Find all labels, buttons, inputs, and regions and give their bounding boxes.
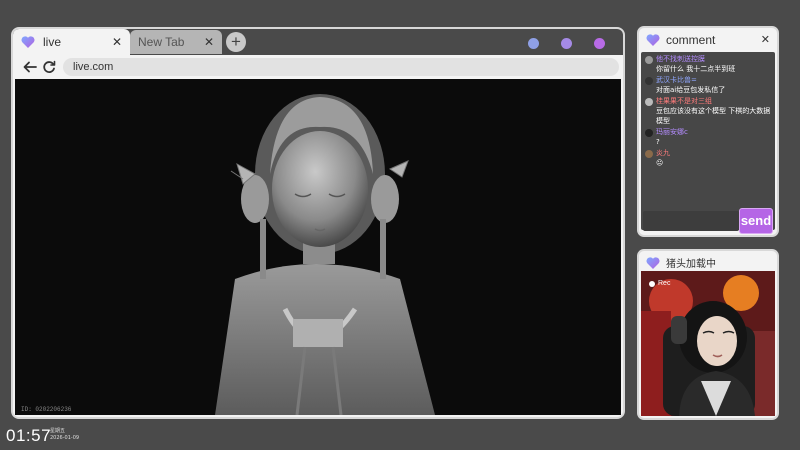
dot-purple	[594, 38, 605, 49]
chat-text: 😐	[656, 159, 664, 167]
chat-message: 桂果果不是对三组 豆包应该没有这个模型 下棋的大数据模型	[645, 96, 771, 126]
chat-username: 武汉卡比兽=	[656, 76, 697, 84]
heart-icon	[646, 256, 660, 269]
send-button[interactable]: send	[739, 208, 773, 234]
avatar	[645, 56, 653, 64]
url-bar[interactable]: live.com	[63, 58, 619, 76]
chat-username: 玛丽安娜c	[656, 128, 688, 136]
avatar	[645, 98, 653, 106]
chat-message: 玛丽安娜c ?	[645, 127, 771, 147]
chat-message: 炎九 😐	[645, 148, 771, 168]
chat-message: 武汉卡比兽= 对面ai给豆包发私信了	[645, 75, 771, 95]
chat-text: 对面ai给豆包发私信了	[656, 86, 726, 94]
heart-icon	[646, 33, 660, 46]
streamer-image	[641, 271, 775, 416]
close-icon[interactable]: ✕	[761, 33, 770, 46]
avatar	[645, 129, 653, 137]
clock-datestamp: 2026-01-09	[50, 435, 80, 441]
rec-indicator: Rec	[649, 280, 670, 287]
chat-username: 桂果果不是对三组	[656, 97, 712, 105]
chat-text: 你留什么 我十二点半到班	[656, 65, 736, 73]
plus-icon[interactable]: +	[226, 32, 246, 52]
chat-text: 豆包应该没有这个模型 下棋的大数据模型	[656, 107, 771, 125]
tab-new-tab[interactable]: New Tab ✕	[130, 30, 222, 54]
close-icon[interactable]: ✕	[112, 36, 122, 48]
back-arrow-icon[interactable]	[23, 60, 37, 74]
rec-dot-icon	[649, 280, 655, 287]
chat-text: ?	[656, 138, 660, 146]
avatar	[645, 77, 653, 85]
clock-date: 星期五 2026-01-09	[50, 428, 79, 442]
webcam-view: Rec	[641, 271, 775, 416]
clock-weekday: 星期五	[50, 428, 66, 434]
nav-bar: live.com	[13, 55, 623, 79]
rec-label: Rec	[658, 280, 671, 287]
close-icon[interactable]: ✕	[204, 36, 214, 48]
comment-panel-title: comment	[666, 32, 716, 47]
comment-panel-header: comment ✕	[639, 28, 777, 51]
chat-username: 他不找刺送控膜	[656, 55, 705, 63]
avatar	[645, 150, 653, 158]
chat-input[interactable]	[643, 211, 739, 231]
window-dots	[528, 38, 605, 49]
tab-bar: live ✕ New Tab ✕ +	[13, 29, 623, 55]
chat-username: 炎九	[656, 149, 670, 157]
browser-window: live ✕ New Tab ✕ + live.com ID: 02022062…	[11, 27, 625, 419]
webcam-panel: 猪头加载中 Rec	[637, 249, 779, 420]
webcam-panel-title: 猪头加载中	[666, 259, 716, 270]
chat-message: 他不找刺送控膜 你留什么 我十二点半到班	[645, 54, 771, 74]
dot-blue	[528, 38, 539, 49]
reload-icon[interactable]	[42, 60, 56, 74]
heart-icon	[21, 36, 35, 48]
clock-time: 01:57	[6, 426, 52, 445]
video-viewport[interactable]: ID: 0202206236	[15, 79, 621, 415]
statue-figure-image	[215, 94, 435, 415]
tab-label: New Tab	[138, 35, 185, 49]
tab-live[interactable]: live ✕	[13, 29, 130, 55]
tab-label: live	[43, 35, 62, 49]
chat-list[interactable]: 他不找刺送控膜 你留什么 我十二点半到班 武汉卡比兽= 对面ai给豆包发私信了 …	[641, 52, 775, 230]
comment-panel: comment ✕ 他不找刺送控膜 你留什么 我十二点半到班 武汉卡比兽= 对面…	[637, 26, 779, 237]
dot-violet	[561, 38, 572, 49]
video-id: ID: 0202206236	[21, 406, 72, 413]
